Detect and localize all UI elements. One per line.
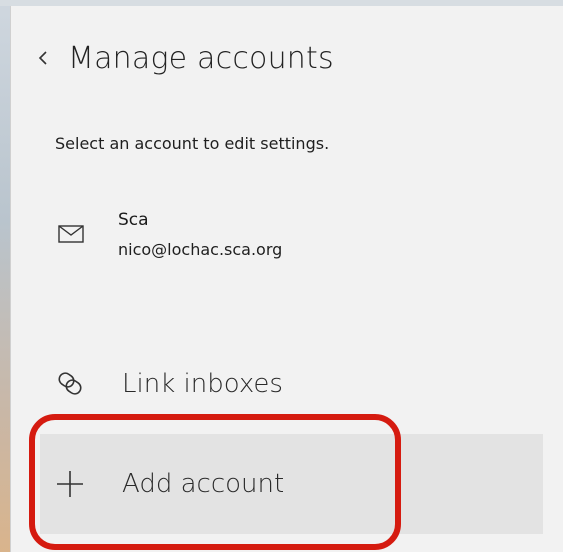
plus-icon — [50, 464, 90, 504]
link-icon — [50, 364, 90, 404]
page-title: Manage accounts — [68, 40, 334, 76]
subtitle-text: Select an account to edit settings. — [55, 134, 330, 153]
account-item-sca[interactable]: Sca nico@lochac.sca.org — [40, 196, 540, 276]
add-account-label: Add account — [122, 469, 285, 499]
link-inboxes-label: Link inboxes — [122, 369, 283, 399]
link-inboxes-button[interactable]: Link inboxes — [40, 344, 543, 424]
account-name: Sca — [118, 210, 149, 230]
account-email: nico@lochac.sca.org — [118, 240, 283, 259]
mail-icon — [58, 225, 84, 243]
add-account-button[interactable]: Add account — [40, 434, 543, 534]
page-header: Manage accounts — [32, 33, 334, 83]
back-button[interactable] — [32, 38, 54, 78]
chevron-left-icon — [38, 51, 47, 65]
